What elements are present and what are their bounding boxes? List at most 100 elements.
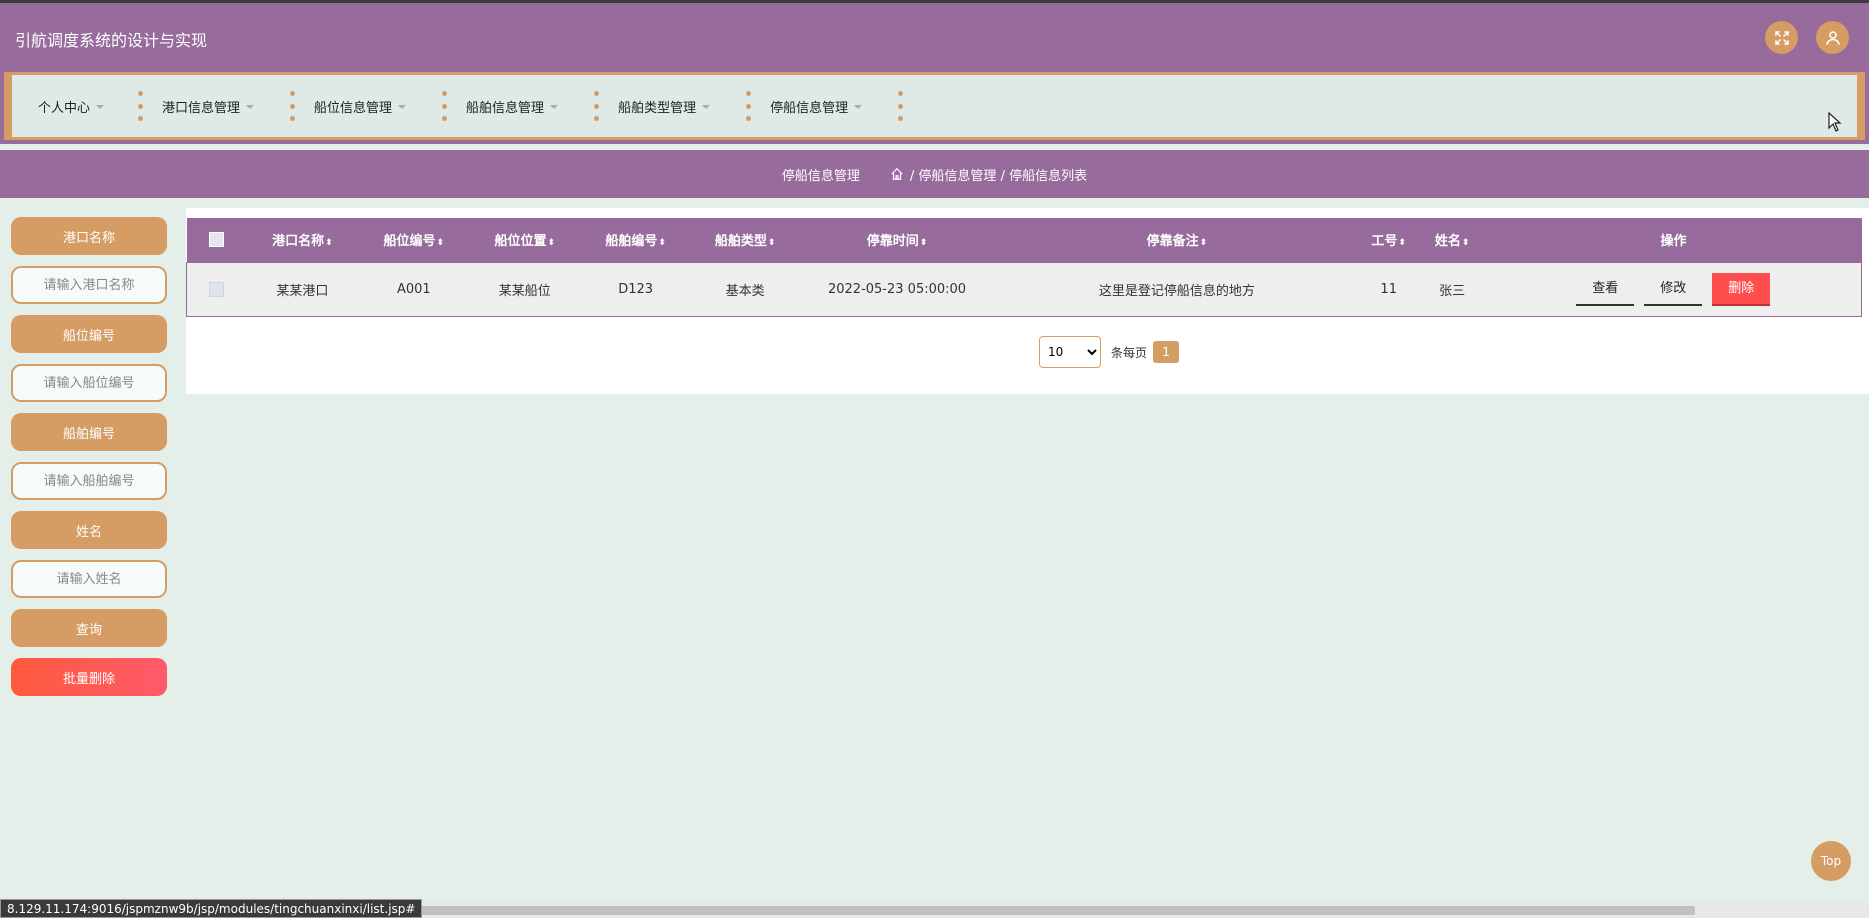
delete-button[interactable]: 删除 <box>1712 272 1771 306</box>
sort-icon: ⬍ <box>325 238 333 249</box>
mouse-cursor-icon <box>1828 112 1842 132</box>
port-name-input[interactable] <box>11 266 167 304</box>
search-panel: 港口名称 船位编号 船舶编号 姓名 查询 批量删除 <box>11 217 167 707</box>
back-to-top-button[interactable]: Top <box>1811 841 1851 881</box>
nav-item-docking-info[interactable]: 停船信息管理 <box>770 75 863 137</box>
nav-separator <box>290 91 296 121</box>
port-name-label: 港口名称 <box>11 217 167 255</box>
column-header[interactable]: 船位位置⬍ <box>469 218 581 262</box>
column-header-label: 工号 <box>1371 234 1398 250</box>
table-cell: D123 <box>580 261 692 317</box>
fullscreen-button[interactable] <box>1765 21 1798 54</box>
nav-item-ship-type[interactable]: 船舶类型管理 <box>618 75 711 137</box>
search-button[interactable]: 查询 <box>11 609 167 647</box>
chevron-down-icon <box>246 105 255 109</box>
select-all-cell <box>186 218 247 262</box>
main-nav: 个人中心 港口信息管理 船位信息管理 船舶信息管理 船舶类型管理 停船信息管理 <box>0 68 1869 144</box>
scrollbar-thumb[interactable] <box>390 906 1695 915</box>
sort-icon: ⬍ <box>767 238 776 249</box>
chevron-down-icon <box>854 105 863 109</box>
column-header-label: 船位编号 <box>383 234 436 250</box>
row-checkbox[interactable] <box>209 281 225 297</box>
status-url: 8.129.11.174:9016/jspmznw9b/jsp/modules/… <box>0 899 423 918</box>
table-cell: 某某船位 <box>469 261 581 317</box>
sort-icon: ⬍ <box>1461 238 1470 249</box>
table-cell: 某某港口 <box>246 261 359 317</box>
chevron-down-icon <box>96 105 105 109</box>
column-header[interactable]: 船位编号⬍ <box>358 218 470 262</box>
table-header-row: 港口名称⬍ 船位编号⬍ 船位位置⬍ 船舶编号⬍ 船舶类型⬍ 停靠时间⬍ 停靠备注… <box>186 218 1862 262</box>
fullscreen-icon <box>1774 30 1789 45</box>
user-menu-button[interactable] <box>1816 21 1849 54</box>
top-header: 引航调度系统的设计与实现 <box>0 0 1869 68</box>
nav-item-personal-center[interactable]: 个人中心 <box>38 75 105 137</box>
edit-button[interactable]: 修改 <box>1644 273 1703 306</box>
column-header-label: 船位位置 <box>494 234 547 250</box>
column-header-label: 港口名称 <box>272 234 325 250</box>
nav-label: 船舶信息管理 <box>466 100 545 116</box>
berth-no-input[interactable] <box>11 364 167 402</box>
app-title: 引航调度系统的设计与实现 <box>15 31 208 50</box>
berth-no-label: 船位编号 <box>11 315 167 353</box>
nav-separator <box>746 91 752 121</box>
nav-item-port-info[interactable]: 港口信息管理 <box>162 75 255 137</box>
breadcrumb: 停船信息管理 / 停船信息管理 / 停船信息列表 <box>0 150 1869 198</box>
chevron-down-icon <box>550 105 559 109</box>
page-title: 停船信息管理 <box>781 168 860 184</box>
nav-separator <box>898 91 904 121</box>
batch-delete-button[interactable]: 批量删除 <box>11 658 167 696</box>
nav-label: 停船信息管理 <box>770 100 849 116</box>
breadcrumb-path[interactable]: / 停船信息管理 / 停船信息列表 <box>910 165 1087 184</box>
column-header[interactable]: 停靠时间⬍ <box>799 218 995 262</box>
table-cell: 张三 <box>1418 261 1486 317</box>
table-cell: 这里是登记停船信息的地方 <box>994 261 1359 317</box>
column-header-label: 船舶类型 <box>714 234 767 250</box>
home-icon[interactable] <box>890 167 904 181</box>
row-select-cell <box>186 261 247 317</box>
ship-no-label: 船舶编号 <box>11 413 167 451</box>
column-header-label: 停靠时间 <box>866 234 919 250</box>
docking-table: 港口名称⬍ 船位编号⬍ 船位位置⬍ 船舶编号⬍ 船舶类型⬍ 停靠时间⬍ 停靠备注… <box>186 218 1862 317</box>
nav-label: 港口信息管理 <box>162 100 241 116</box>
page-size-select[interactable]: 10 <box>1039 336 1101 368</box>
column-header-label: 船舶编号 <box>605 234 658 250</box>
view-button[interactable]: 查看 <box>1576 273 1635 306</box>
select-all-checkbox[interactable] <box>208 232 224 248</box>
column-header[interactable]: 工号⬍ <box>1358 218 1419 262</box>
page-number-button[interactable]: 1 <box>1153 341 1180 363</box>
column-header[interactable]: 姓名⬍ <box>1418 218 1486 262</box>
nav-separator <box>442 91 448 121</box>
column-header[interactable]: 船舶类型⬍ <box>691 218 800 262</box>
table-cell: 基本类 <box>691 261 800 317</box>
table-cell: A001 <box>358 261 470 317</box>
sort-icon: ⬍ <box>919 238 928 249</box>
nav-separator <box>594 91 600 121</box>
name-input[interactable] <box>11 560 167 598</box>
table-cell: 2022-05-23 05:00:00 <box>799 261 995 317</box>
column-header[interactable]: 停靠备注⬍ <box>994 218 1359 262</box>
user-avatar-icon <box>1825 30 1840 45</box>
column-header[interactable]: 港口名称⬍ <box>246 218 359 262</box>
sort-icon: ⬍ <box>1199 238 1208 249</box>
nav-item-berth-info[interactable]: 船位信息管理 <box>314 75 407 137</box>
column-header-label: 停靠备注 <box>1146 234 1199 250</box>
sort-icon: ⬍ <box>1398 238 1406 249</box>
main-nav-inner: 个人中心 港口信息管理 船位信息管理 船舶信息管理 船舶类型管理 停船信息管理 <box>4 72 1865 140</box>
sort-icon: ⬍ <box>658 238 666 249</box>
main-content: 港口名称⬍ 船位编号⬍ 船位位置⬍ 船舶编号⬍ 船舶类型⬍ 停靠时间⬍ 停靠备注… <box>186 208 1869 394</box>
pagination: 10 条每页 1 <box>1039 336 1180 368</box>
nav-label: 船舶类型管理 <box>618 100 697 116</box>
nav-item-ship-info[interactable]: 船舶信息管理 <box>466 75 559 137</box>
action-column-header: 操作 <box>1485 218 1862 262</box>
sort-icon: ⬍ <box>547 238 556 249</box>
ship-no-input[interactable] <box>11 462 167 500</box>
nav-label: 个人中心 <box>38 100 91 116</box>
column-header[interactable]: 船舶编号⬍ <box>580 218 692 262</box>
name-label: 姓名 <box>11 511 167 549</box>
table-row: 某某港口 A001 某某船位 D123 基本类 2022-05-23 05:00… <box>186 261 1862 317</box>
chevron-down-icon <box>702 105 711 109</box>
nav-separator <box>138 91 144 121</box>
per-page-label: 条每页 <box>1111 345 1148 360</box>
nav-label: 船位信息管理 <box>314 100 393 116</box>
column-header-label: 姓名 <box>1434 234 1461 250</box>
